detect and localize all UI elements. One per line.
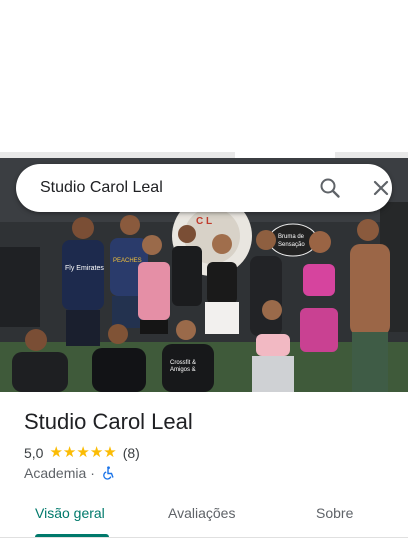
star-icon: ★ (103, 444, 117, 461)
blank-area (0, 0, 408, 152)
star-rating: ★ ★ ★ ★ ★ (49, 445, 116, 461)
rating-value: 5,0 (24, 445, 44, 461)
svg-text:PEACHES: PEACHES (113, 258, 142, 264)
search-input[interactable]: Studio Carol Leal (40, 178, 163, 198)
tab-bar: Visão geral Avaliações Sobre (0, 492, 408, 538)
svg-text:C L: C L (196, 216, 212, 227)
star-icon: ★ (49, 444, 63, 461)
tab-about[interactable]: Sobre (316, 504, 353, 522)
shirt-text: Crossfit & (170, 360, 196, 366)
wheelchair-icon (101, 466, 115, 480)
place-title: Studio Carol Leal (24, 409, 193, 434)
category-label: Academia (24, 465, 87, 481)
star-icon: ★ (62, 444, 77, 461)
search-bar[interactable]: Studio Carol Leal (16, 164, 392, 212)
jersey-text-1: Fly Emirates (65, 265, 104, 272)
review-count[interactable]: (8) (123, 445, 140, 461)
close-icon[interactable] (369, 176, 393, 200)
separator: · (90, 465, 95, 481)
category-row: Academia · (24, 464, 115, 482)
tab-overview[interactable]: Visão geral (35, 504, 105, 522)
active-tab-indicator (35, 534, 109, 537)
tab-reviews[interactable]: Avaliações (168, 504, 235, 522)
svg-text:Amigos &: Amigos & (170, 367, 196, 373)
svg-text:Sensação: Sensação (278, 242, 305, 248)
star-icon: ★ (76, 444, 90, 461)
wall-sign-text: Bruma de (278, 234, 305, 240)
star-icon: ★ (89, 444, 104, 461)
rating-row[interactable]: 5,0 ★ ★ ★ ★ ★ (8) (24, 444, 140, 462)
search-icon[interactable] (318, 176, 342, 200)
